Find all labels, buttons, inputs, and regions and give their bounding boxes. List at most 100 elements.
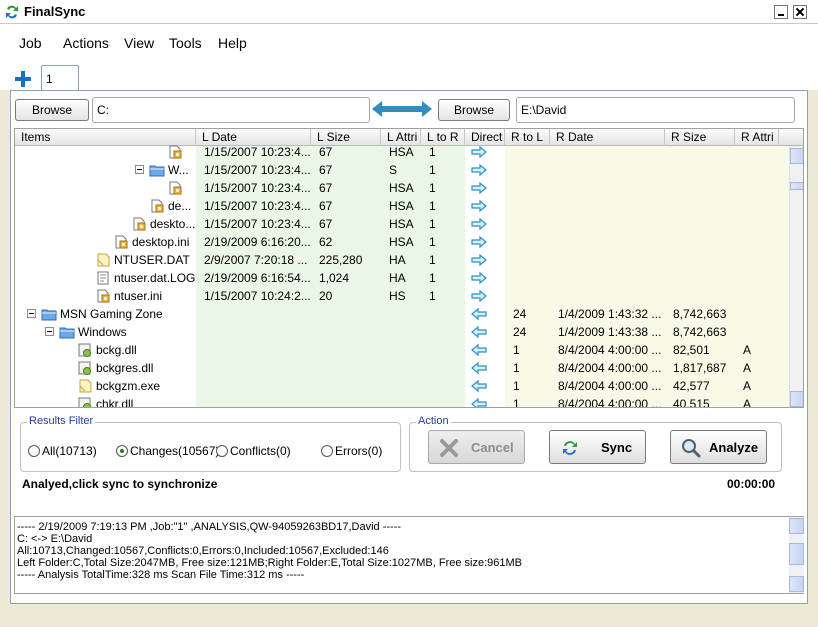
cell-l-date: 1/15/2007 10:23:4... xyxy=(204,145,311,159)
copy-right-arrow-icon[interactable] xyxy=(471,234,487,250)
table-row[interactable]: bckg.dll 1 8/4/2004 4:00:00 ... 82,501 A xyxy=(15,341,789,359)
left-browse-button[interactable]: Browse xyxy=(15,99,89,121)
grid-scrollbar[interactable] xyxy=(789,146,803,407)
copy-left-arrow-icon[interactable] xyxy=(471,360,487,376)
table-row[interactable]: 1/15/2007 10:23:4... 67 HSA 1 xyxy=(15,179,789,197)
cell-l-attri: HSA xyxy=(389,181,414,195)
cell-l-attri: S xyxy=(389,163,398,177)
radio-dot-selected xyxy=(116,445,128,457)
copy-right-arrow-icon[interactable] xyxy=(471,144,487,160)
cell-r-size: 42,577 xyxy=(673,379,710,393)
table-row[interactable]: Windows 24 1/4/2009 1:43:38 ... 8,742,663 xyxy=(15,323,789,341)
close-button[interactable] xyxy=(793,5,807,19)
right-browse-button[interactable]: Browse xyxy=(438,99,510,121)
table-row[interactable]: ntuser.dat.LOG 2/19/2009 6:16:54... 1,024 H… xyxy=(15,269,789,287)
copy-left-arrow-icon[interactable] xyxy=(471,378,487,394)
item-name: bckgres.dll xyxy=(96,361,154,375)
log-line: ----- 2/19/2009 7:19:13 PM ,Job:"1" ,ANA… xyxy=(17,521,402,533)
right-path-input[interactable]: E:\David xyxy=(516,97,795,123)
copy-left-arrow-icon[interactable] xyxy=(471,324,487,340)
tab-job-1[interactable]: 1 xyxy=(41,65,79,91)
log-output[interactable]: ----- 2/19/2009 7:19:13 PM ,Job:"1" ,ANA… xyxy=(14,516,804,594)
table-row[interactable]: MSN Gaming Zone 24 1/4/2009 1:43:32 ... 8,7… xyxy=(15,305,789,323)
cell-l-date: 2/9/2007 7:20:18 ... xyxy=(204,253,308,267)
copy-left-arrow-icon[interactable] xyxy=(471,396,487,408)
cell-r-attri: A xyxy=(743,379,752,393)
table-row[interactable]: de... 1/15/2007 10:23:4... 67 HSA 1 xyxy=(15,197,789,215)
table-row[interactable]: bckgzm.exe 1 8/4/2004 4:00:00 ... 42,577 A xyxy=(15,377,789,395)
tree-collapse-icon[interactable] xyxy=(135,165,144,174)
item-name: Windows xyxy=(78,325,127,339)
log-line: All:10713,Changed:10567,Conflicts:0,Erro… xyxy=(17,545,389,557)
add-job-icon[interactable] xyxy=(14,70,32,88)
copy-right-arrow-icon[interactable] xyxy=(471,270,487,286)
copy-right-arrow-icon[interactable] xyxy=(471,252,487,268)
copy-left-arrow-icon[interactable] xyxy=(471,342,487,358)
copy-right-arrow-icon[interactable] xyxy=(471,198,487,214)
table-row[interactable]: deskto... 1/15/2007 10:23:4... 67 HSA 1 xyxy=(15,215,789,233)
cell-l-size: 20 xyxy=(319,289,333,303)
scroll-up-button[interactable] xyxy=(790,148,803,164)
elapsed-timer: 00:00:00 xyxy=(727,477,776,491)
menu-actions[interactable]: Actions xyxy=(63,35,109,51)
cell-r-size: 8,742,663 xyxy=(673,307,727,321)
item-name: chkr.dll xyxy=(96,397,134,408)
cell-r-to-l: 1 xyxy=(513,379,520,393)
menu-job[interactable]: Job xyxy=(19,35,42,51)
cancel-button[interactable]: Cancel xyxy=(428,430,525,464)
item-name: de... xyxy=(168,199,192,213)
sync-icon xyxy=(563,441,577,455)
table-row[interactable]: 1/15/2007 10:23:4... 67 HSA 1 xyxy=(15,143,789,161)
cell-r-attri: A xyxy=(743,343,752,357)
minimize-button[interactable] xyxy=(774,5,788,19)
menu-view[interactable]: View xyxy=(124,35,154,51)
menu-tools[interactable]: Tools xyxy=(169,35,202,51)
table-row[interactable]: bckgres.dll 1 8/4/2004 4:00:00 ... 1,817,68… xyxy=(15,359,789,377)
log-scroll-thumb[interactable] xyxy=(789,543,804,565)
log-line: Left Folder:C,Total Size:2047MB, Free si… xyxy=(17,557,523,569)
scroll-thumb[interactable] xyxy=(790,182,803,190)
table-row[interactable]: chkr.dll 1 8/4/2004 4:00:00 ... 40,515 A xyxy=(15,395,789,408)
menu-help[interactable]: Help xyxy=(218,35,247,51)
sync-direction-icon xyxy=(372,101,432,117)
log-scrollbar[interactable] xyxy=(789,517,804,593)
file-icon xyxy=(78,361,91,375)
sync-button[interactable]: Sync xyxy=(549,430,646,464)
cell-r-to-l: 1 xyxy=(513,361,520,375)
file-icon xyxy=(133,217,146,231)
analyze-button[interactable]: Analyze xyxy=(670,430,767,464)
copy-right-arrow-icon[interactable] xyxy=(471,180,487,196)
item-name: MSN Gaming Zone xyxy=(60,307,163,321)
table-row[interactable]: W... 1/15/2007 10:23:4... 67 S 1 xyxy=(15,161,789,179)
copy-right-arrow-icon[interactable] xyxy=(471,216,487,232)
cell-l-size: 67 xyxy=(319,199,333,213)
copy-left-arrow-icon[interactable] xyxy=(471,306,487,322)
item-name: ntuser.ini xyxy=(114,289,163,303)
file-icon xyxy=(151,199,164,213)
cell-l-to-r: 1 xyxy=(429,271,436,285)
cell-l-date: 1/15/2007 10:24:2... xyxy=(204,289,311,303)
item-name: desktop.ini xyxy=(132,235,190,249)
table-row[interactable]: NTUSER.DAT 2/9/2007 7:20:18 ... 225,280 HA 1 xyxy=(15,251,789,269)
left-path-input[interactable]: C: xyxy=(92,97,370,123)
cell-l-attri: HS xyxy=(389,289,406,303)
cell-l-to-r: 1 xyxy=(429,145,436,159)
cell-l-to-r: 1 xyxy=(429,289,436,303)
table-row[interactable]: ntuser.ini 1/15/2007 10:24:2... 20 HS 1 xyxy=(15,287,789,305)
radio-dot xyxy=(216,445,228,457)
file-icon xyxy=(78,397,91,407)
cell-l-to-r: 1 xyxy=(429,235,436,249)
item-name: NTUSER.DAT xyxy=(114,253,190,267)
log-scroll-down-button[interactable] xyxy=(789,576,804,592)
scroll-down-button[interactable] xyxy=(790,391,803,407)
cell-l-to-r: 1 xyxy=(429,163,436,177)
log-scroll-up-button[interactable] xyxy=(789,518,804,534)
table-row[interactable]: desktop.ini 2/19/2009 6:16:20... 62 HSA 1 xyxy=(15,233,789,251)
folder-icon xyxy=(59,327,75,339)
copy-right-arrow-icon[interactable] xyxy=(471,288,487,304)
copy-right-arrow-icon[interactable] xyxy=(471,162,487,178)
tree-collapse-icon[interactable] xyxy=(27,309,36,318)
cell-l-to-r: 1 xyxy=(429,181,436,195)
tree-collapse-icon[interactable] xyxy=(45,327,54,336)
cell-r-date: 8/4/2004 4:00:00 ... xyxy=(558,343,662,357)
